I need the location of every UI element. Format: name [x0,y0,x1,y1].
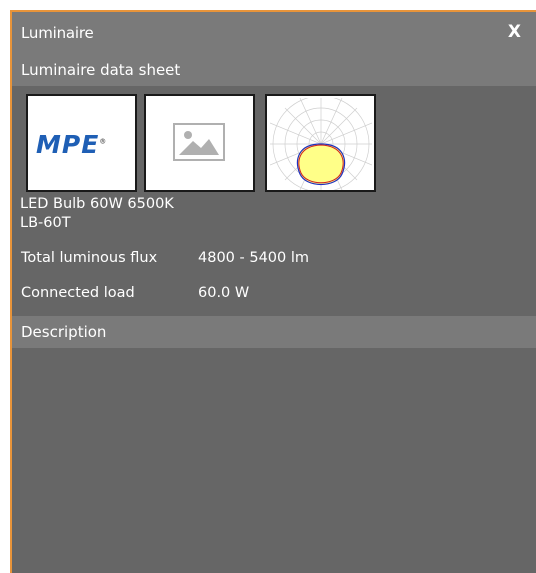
close-icon[interactable]: X [508,22,521,42]
luminaire-panel: Luminaire X Luminaire data sheet MPE® LE… [10,10,536,573]
data-sheet-header[interactable]: Luminaire data sheet [12,54,536,86]
total-flux-value: 4800 - 5400 lm [198,250,310,266]
connected-load-value: 60.0 W [198,285,250,301]
brand-logo-thumbnail[interactable]: MPE® [26,94,137,192]
description-header[interactable]: Description [12,316,536,348]
polar-diagram [270,98,372,190]
light-distribution-thumbnail[interactable] [265,94,376,192]
connected-load-label: Connected load [21,285,135,301]
description-header-label: Description [21,323,107,341]
product-code: LB-60T [20,215,71,231]
title-bar: Luminaire X [12,12,536,54]
image-placeholder-icon [173,123,225,161]
data-sheet-header-label: Luminaire data sheet [21,61,181,79]
product-name: LED Bulb 60W 6500K [20,196,174,212]
total-flux-label: Total luminous flux [21,250,158,266]
brand-logo: MPE® [36,130,108,159]
window-title: Luminaire [21,24,94,42]
product-image-thumbnail[interactable] [144,94,255,192]
